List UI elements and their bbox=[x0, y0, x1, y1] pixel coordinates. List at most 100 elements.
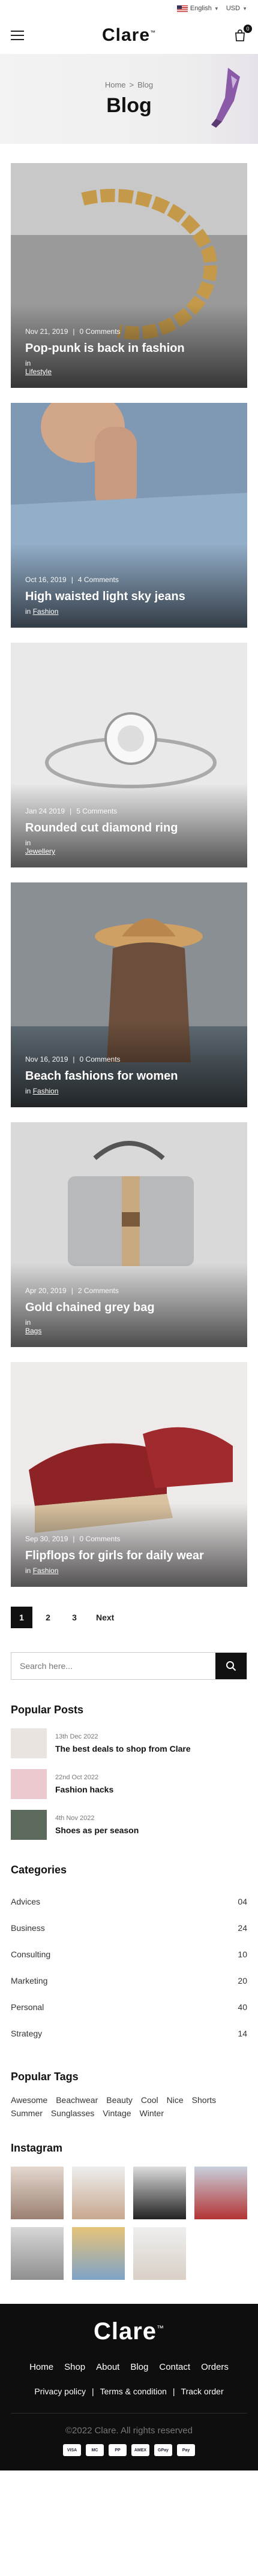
currency-selector[interactable]: USD ▼ bbox=[226, 5, 247, 12]
apple-pay-icon: Pay bbox=[177, 2444, 195, 2456]
popular-post-item[interactable]: 4th Nov 2022 Shoes as per season bbox=[11, 1810, 247, 1840]
tag-link[interactable]: Summer bbox=[11, 2108, 43, 2118]
tag-link[interactable]: Cool bbox=[141, 2095, 158, 2105]
visa-icon: VISA bbox=[63, 2444, 81, 2456]
terms-link[interactable]: Terms & condition bbox=[100, 2387, 167, 2396]
search-input[interactable] bbox=[11, 1653, 215, 1679]
category-item[interactable]: Consulting 10 bbox=[11, 1941, 247, 1968]
popular-post-title[interactable]: Shoes as per season bbox=[55, 1825, 139, 1835]
post-comments[interactable]: 0 Comments bbox=[80, 1535, 121, 1543]
language-selector[interactable]: English ▼ bbox=[176, 5, 219, 12]
blog-post-card[interactable]: Oct 16, 2019 | 4 Comments High waisted lig… bbox=[11, 403, 247, 628]
popular-post-title[interactable]: The best deals to shop from Clare bbox=[55, 1744, 191, 1754]
tag-link[interactable]: Shorts bbox=[192, 2095, 216, 2105]
instagram-photo[interactable] bbox=[11, 2167, 64, 2219]
blog-post-card[interactable]: Sep 30, 2019 | 0 Comments Flipflops for gi… bbox=[11, 1362, 247, 1587]
post-title[interactable]: Beach fashions for women bbox=[25, 1069, 233, 1083]
popular-post-date: 4th Nov 2022 bbox=[55, 1815, 95, 1822]
instagram-photo[interactable] bbox=[194, 2167, 247, 2219]
page-hero: Home > Blog Blog bbox=[0, 54, 258, 144]
instagram-photo[interactable] bbox=[11, 2227, 64, 2280]
category-item[interactable]: Business 24 bbox=[11, 1915, 247, 1941]
post-title[interactable]: Pop-punk is back in fashion bbox=[25, 342, 233, 355]
footer-link-blog[interactable]: Blog bbox=[130, 2362, 148, 2372]
chevron-down-icon: ▼ bbox=[214, 5, 219, 11]
post-title[interactable]: High waisted light sky jeans bbox=[25, 590, 233, 604]
blog-post-card[interactable]: Jan 24 2019 | 5 Comments Rounded cut diamo… bbox=[11, 643, 247, 867]
post-category-link[interactable]: Jewellery bbox=[25, 847, 55, 855]
google-pay-icon: GPay bbox=[154, 2444, 172, 2456]
instagram-photo[interactable] bbox=[133, 2167, 186, 2219]
search-button[interactable] bbox=[215, 1653, 247, 1679]
footer-link-about[interactable]: About bbox=[96, 2362, 119, 2372]
tag-link[interactable]: Winter bbox=[140, 2108, 164, 2118]
category-item[interactable]: Strategy 14 bbox=[11, 2020, 247, 2047]
hero-shoe-image bbox=[211, 68, 240, 128]
privacy-policy-link[interactable]: Privacy policy bbox=[34, 2387, 86, 2396]
site-footer: Clare™ Home Shop About Blog Contact Orde… bbox=[0, 2304, 258, 2470]
footer-link-home[interactable]: Home bbox=[29, 2362, 53, 2372]
page-title: Blog bbox=[106, 94, 152, 117]
tag-link[interactable]: Nice bbox=[167, 2095, 184, 2105]
page-3-button[interactable]: 3 bbox=[64, 1607, 85, 1628]
tag-link[interactable]: Vintage bbox=[103, 2108, 131, 2118]
tag-link[interactable]: Sunglasses bbox=[51, 2108, 94, 2118]
breadcrumb: Home > Blog bbox=[105, 80, 153, 89]
tag-link[interactable]: Beachwear bbox=[56, 2095, 98, 2105]
instagram-feed: Instagram bbox=[0, 2142, 258, 2280]
page-1-button[interactable]: 1 bbox=[11, 1607, 32, 1628]
category-count: 24 bbox=[238, 1923, 247, 1933]
post-comments[interactable]: 0 Comments bbox=[80, 1055, 121, 1063]
popular-post-date: 13th Dec 2022 bbox=[55, 1733, 98, 1740]
popular-post-item[interactable]: 22nd Oct 2022 Fashion hacks bbox=[11, 1769, 247, 1799]
post-comments[interactable]: 0 Comments bbox=[80, 327, 121, 336]
pagination: 1 2 3 Next bbox=[0, 1602, 258, 1628]
popular-post-thumbnail bbox=[11, 1728, 47, 1758]
blog-post-card[interactable]: Apr 20, 2019 | 2 Comments Gold chained gre… bbox=[11, 1122, 247, 1347]
breadcrumb-home[interactable]: Home bbox=[105, 80, 126, 89]
post-comments[interactable]: 4 Comments bbox=[78, 576, 119, 584]
footer-link-shop[interactable]: Shop bbox=[64, 2362, 85, 2372]
tag-link[interactable]: Awesome bbox=[11, 2095, 47, 2105]
blog-post-card[interactable]: Nov 16, 2019 | 0 Comments Beach fashions f… bbox=[11, 882, 247, 1107]
menu-icon[interactable] bbox=[11, 31, 24, 40]
post-title[interactable]: Gold chained grey bag bbox=[25, 1301, 233, 1315]
category-count: 20 bbox=[238, 1976, 247, 1986]
footer-link-contact[interactable]: Contact bbox=[159, 2362, 190, 2372]
us-flag-icon bbox=[176, 5, 188, 12]
next-page-button[interactable]: Next bbox=[90, 1607, 120, 1628]
post-date: Sep 30, 2019 bbox=[25, 1535, 68, 1543]
site-logo[interactable]: Clare™ bbox=[102, 25, 156, 46]
category-item[interactable]: Advices 04 bbox=[11, 1888, 247, 1915]
category-item[interactable]: Marketing 20 bbox=[11, 1968, 247, 1994]
popular-post-item[interactable]: 13th Dec 2022 The best deals to shop from… bbox=[11, 1728, 247, 1758]
page-2-button[interactable]: 2 bbox=[37, 1607, 59, 1628]
post-category-link[interactable]: Lifestyle bbox=[25, 367, 52, 376]
blog-post-card[interactable]: Nov 21, 2019 | 0 Comments Pop-punk is back… bbox=[11, 163, 247, 388]
cart-count-badge: 0 bbox=[244, 25, 252, 33]
popular-tags: Popular Tags Awesome Beachwear Beauty Co… bbox=[0, 2071, 258, 2118]
instagram-photo[interactable] bbox=[72, 2167, 125, 2219]
footer-nav: Home Shop About Blog Contact Orders bbox=[11, 2362, 247, 2372]
instagram-photo[interactable] bbox=[72, 2227, 125, 2280]
category-count: 40 bbox=[238, 2002, 247, 2012]
category-item[interactable]: Personal 40 bbox=[11, 1994, 247, 2020]
post-category-link[interactable]: Fashion bbox=[33, 607, 59, 616]
tag-link[interactable]: Beauty bbox=[106, 2095, 133, 2105]
post-title[interactable]: Rounded cut diamond ring bbox=[25, 821, 233, 835]
footer-logo[interactable]: Clare™ bbox=[11, 2318, 247, 2345]
category-count: 04 bbox=[238, 1897, 247, 1906]
post-comments[interactable]: 5 Comments bbox=[76, 807, 117, 815]
post-comments[interactable]: 2 Comments bbox=[78, 1287, 119, 1295]
popular-post-title[interactable]: Fashion hacks bbox=[55, 1785, 113, 1794]
track-order-link[interactable]: Track order bbox=[181, 2387, 224, 2396]
cart-button[interactable]: 0 bbox=[233, 25, 252, 43]
instagram-heading: Instagram bbox=[11, 2142, 63, 2154]
post-category-link[interactable]: Bags bbox=[25, 1327, 41, 1335]
footer-link-orders[interactable]: Orders bbox=[201, 2362, 229, 2372]
post-category-link[interactable]: Fashion bbox=[33, 1087, 59, 1095]
search-icon bbox=[226, 1661, 236, 1671]
instagram-photo[interactable] bbox=[133, 2227, 186, 2280]
post-category-link[interactable]: Fashion bbox=[33, 1566, 59, 1575]
post-title[interactable]: Flipflops for girls for daily wear bbox=[25, 1549, 233, 1563]
